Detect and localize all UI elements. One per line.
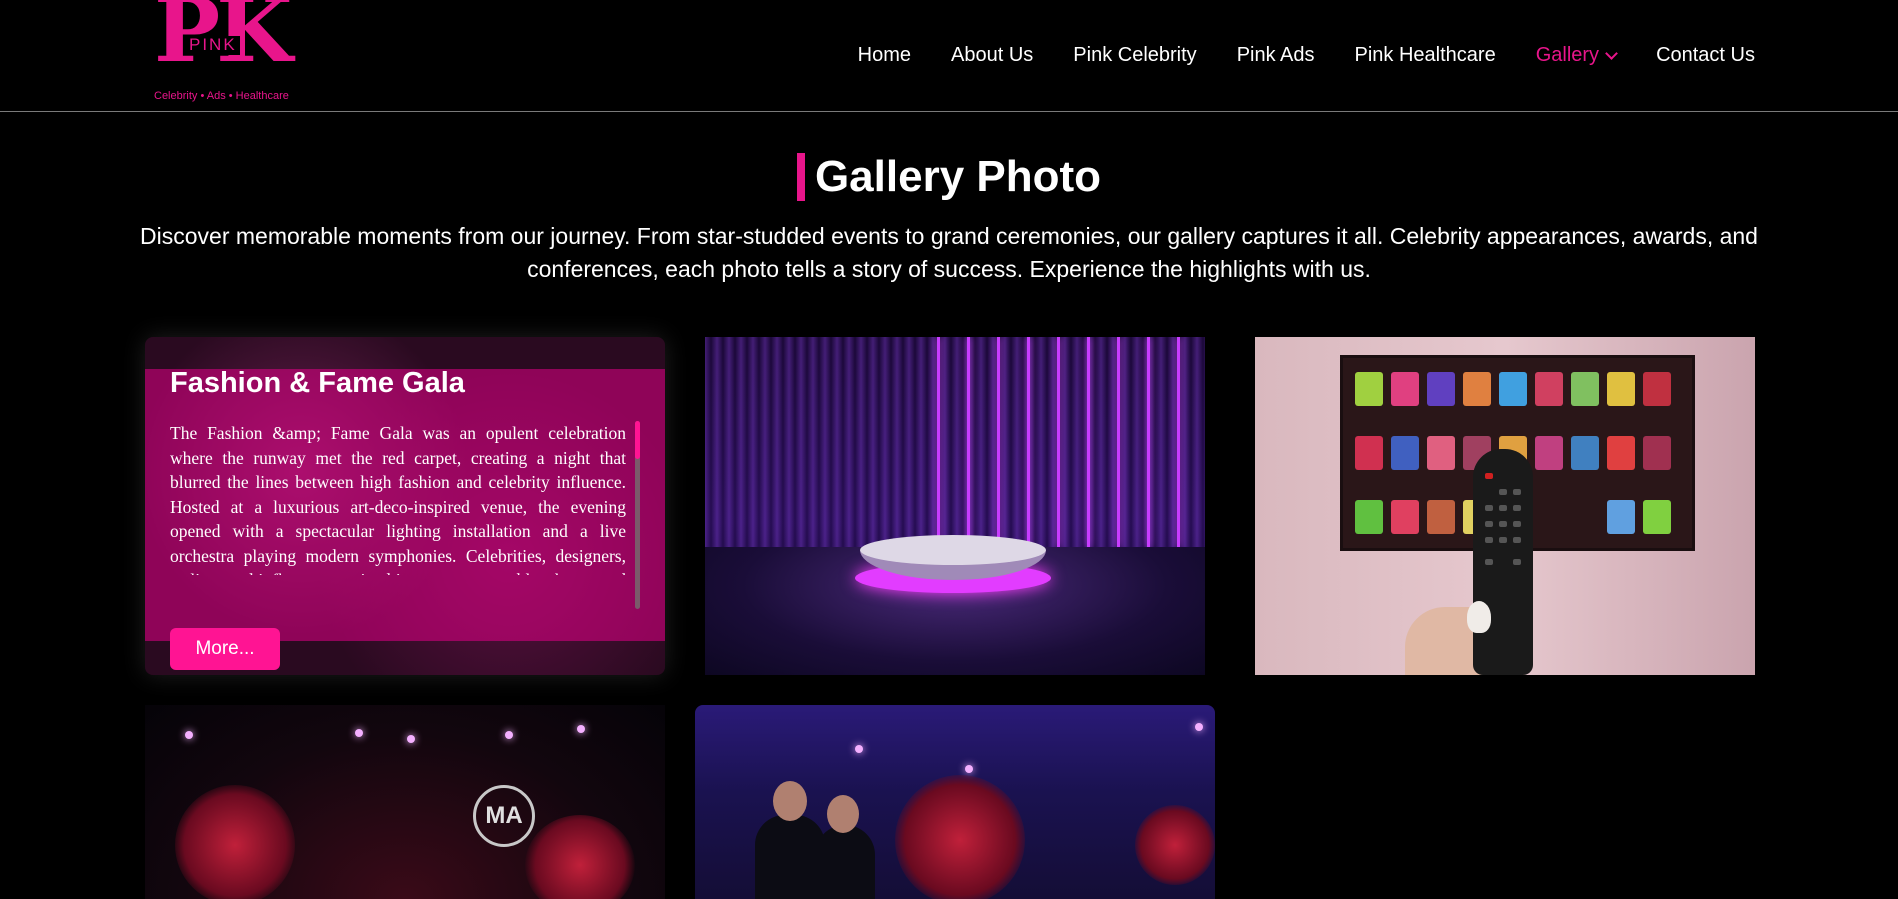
card-description: The Fashion &amp; Fame Gala was an opule… [170,423,626,575]
ceiling-light [185,731,193,739]
tv-tile [1607,372,1635,406]
chevron-down-icon [1605,46,1618,60]
neon-light [1057,337,1060,547]
ceiling-light [1195,723,1203,731]
neon-light [1147,337,1150,547]
neon-light [937,337,940,547]
neon-light [997,337,1000,547]
nav-pink-ads[interactable]: Pink Ads [1237,44,1315,67]
neon-light [1087,337,1090,547]
page-title-text: Gallery Photo [814,152,1102,201]
nav-about-us[interactable]: About Us [951,44,1033,67]
tv-tile [1643,500,1671,534]
guest-head [773,781,807,821]
remote-button [1485,505,1493,511]
tv-tile [1427,372,1455,406]
tv-tile [1427,500,1455,534]
tv-tile [1571,372,1599,406]
gallery-photo-event-2[interactable] [695,705,1215,899]
tv-tile [1463,372,1491,406]
remote-button [1499,505,1507,511]
tv-tile [1607,436,1635,470]
guest-woman [815,825,875,899]
tv-tile [1427,436,1455,470]
nav-pink-celebrity[interactable]: Pink Celebrity [1073,44,1196,67]
brand-logo[interactable]: PK PINK Celebrity • Ads • Healthcare [152,0,293,108]
remote-button [1485,521,1493,527]
tv-tile [1391,500,1419,534]
ceiling-light [407,735,415,743]
logo-tagline: Celebrity • Ads • Healthcare [154,90,289,102]
remote-button [1499,521,1507,527]
remote-button [1513,559,1521,565]
nav-gallery[interactable]: Gallery [1535,44,1618,67]
page-title: Gallery Photo [796,152,1102,202]
tv-tile [1643,436,1671,470]
gallery-photo-tv-remote[interactable] [1255,337,1755,675]
ceiling-light [855,745,863,753]
flower-arrangement [895,775,1025,899]
scrollbar-thumb[interactable] [635,421,640,459]
remote-button [1513,505,1521,511]
card-title: Fashion & Fame Gala [170,367,465,399]
podium-top [860,535,1046,565]
event-logo: MA [473,785,535,847]
gallery-photo-event-1[interactable]: MA [145,705,665,899]
tv-tile [1643,372,1671,406]
logo-word: PINK [186,35,240,55]
nav-gallery-label: Gallery [1535,44,1600,66]
tv-tile [1391,372,1419,406]
more-button[interactable]: More... [170,628,280,670]
remote-button [1513,489,1521,495]
gallery-card-featured[interactable]: Fashion & Fame Gala The Fashion &amp; Fa… [145,337,665,675]
neon-light [967,337,970,547]
tv-tile [1607,500,1635,534]
ceiling-light [577,725,585,733]
remote-button [1513,521,1521,527]
site-header: PK PINK Celebrity • Ads • Healthcare Hom… [0,0,1898,112]
description-scrollbar[interactable] [635,421,640,609]
flower-arrangement [175,785,295,899]
remote-button [1485,537,1493,543]
remote-power-button [1485,473,1493,479]
page-subtitle: Discover memorable moments from our jour… [140,223,1758,282]
stage-curtain [705,337,1205,567]
main-nav: Home About Us Pink Celebrity Pink Ads Pi… [818,44,1755,67]
remote-button [1485,559,1493,565]
tv-tile [1535,436,1563,470]
thumb-nail [1467,601,1491,633]
tv-tile [1355,500,1383,534]
ceiling-light [965,765,973,773]
tv-tile [1535,372,1563,406]
flower-arrangement [1135,805,1215,885]
tv-tile [1355,372,1383,406]
gallery-photo-stage[interactable] [705,337,1205,675]
title-accent-bar [796,153,805,201]
nav-pink-healthcare[interactable]: Pink Healthcare [1355,44,1496,67]
tv-tile [1391,436,1419,470]
neon-light [1027,337,1030,547]
tv-tile [1571,436,1599,470]
ceiling-light [355,729,363,737]
remote-button [1499,489,1507,495]
neon-light [1117,337,1120,547]
guest-head [827,795,859,833]
tv-remote [1473,449,1533,675]
neon-light [1177,337,1180,547]
ceiling-light [505,731,513,739]
remote-button [1499,537,1507,543]
tv-tile [1355,436,1383,470]
nav-home[interactable]: Home [858,44,911,67]
tv-tile [1499,372,1527,406]
page-title-wrap: Gallery Photo [0,152,1898,206]
nav-contact-us[interactable]: Contact Us [1656,44,1755,67]
remote-button [1513,537,1521,543]
